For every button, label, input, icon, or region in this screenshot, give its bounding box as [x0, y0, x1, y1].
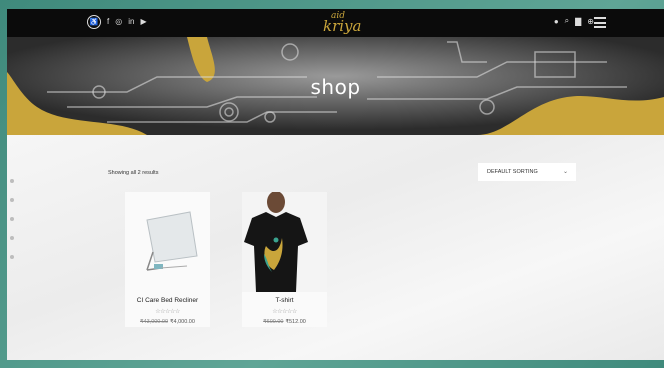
- product-name[interactable]: T-shirt: [242, 297, 327, 304]
- rating-stars: ☆☆☆☆☆: [272, 309, 297, 315]
- header-actions: ● ⌕ ▇ ⊕: [554, 16, 594, 26]
- social-links: ♿ f ◎ in ▶: [87, 15, 147, 29]
- product-price: ₹600.00 ₹512.00: [242, 319, 327, 325]
- product-card[interactable]: CI Care Bed Recliner ☆☆☆☆☆ ₹43,000.00 ₹4,…: [125, 192, 210, 327]
- accessibility-icon[interactable]: ♿: [87, 15, 101, 29]
- product-image-tshirt[interactable]: [242, 192, 327, 292]
- youtube-icon[interactable]: ▶: [140, 15, 146, 29]
- sort-label: DEFAULT SORTING: [487, 169, 538, 175]
- sale-price: ₹512.00: [285, 319, 306, 325]
- product-card[interactable]: T-shirt ☆☆☆☆☆ ₹600.00 ₹512.00: [242, 192, 327, 327]
- menu-icon[interactable]: [594, 17, 606, 28]
- product-image-bed-recliner[interactable]: [125, 192, 210, 292]
- shop-content: Showing all 2 results DEFAULT SORTING ⌄ …: [7, 135, 664, 360]
- product-name[interactable]: CI Care Bed Recliner: [125, 297, 210, 304]
- product-price: ₹43,000.00 ₹4,000.00: [125, 319, 210, 325]
- web-page: ♿ f ◎ in ▶ aid kriya ● ⌕ ▇ ⊕ shop Showin…: [7, 9, 664, 360]
- globe-icon[interactable]: ⊕: [587, 17, 594, 26]
- logo-main-text: kriya: [323, 17, 362, 35]
- page-title: shop: [310, 75, 361, 99]
- old-price: ₹43,000.00: [140, 319, 169, 325]
- linkedin-icon[interactable]: in: [128, 15, 134, 29]
- sale-price: ₹4,000.00: [170, 319, 195, 325]
- site-logo[interactable]: aid kriya: [321, 11, 361, 35]
- search-icon[interactable]: ⌕: [565, 16, 569, 26]
- sort-select[interactable]: DEFAULT SORTING ⌄: [478, 163, 576, 181]
- facebook-icon[interactable]: f: [107, 15, 109, 29]
- side-dots: [10, 179, 14, 259]
- user-icon[interactable]: ●: [554, 17, 559, 26]
- cart-icon[interactable]: ▇: [575, 17, 581, 26]
- top-navbar: ♿ f ◎ in ▶ aid kriya ● ⌕ ▇ ⊕: [7, 9, 664, 37]
- old-price: ₹600.00: [263, 319, 284, 325]
- page-banner: shop: [7, 37, 664, 135]
- instagram-icon[interactable]: ◎: [115, 15, 122, 29]
- rating-stars: ☆☆☆☆☆: [155, 309, 180, 315]
- chevron-down-icon: ⌄: [562, 169, 568, 175]
- results-count: Showing all 2 results: [108, 170, 159, 176]
